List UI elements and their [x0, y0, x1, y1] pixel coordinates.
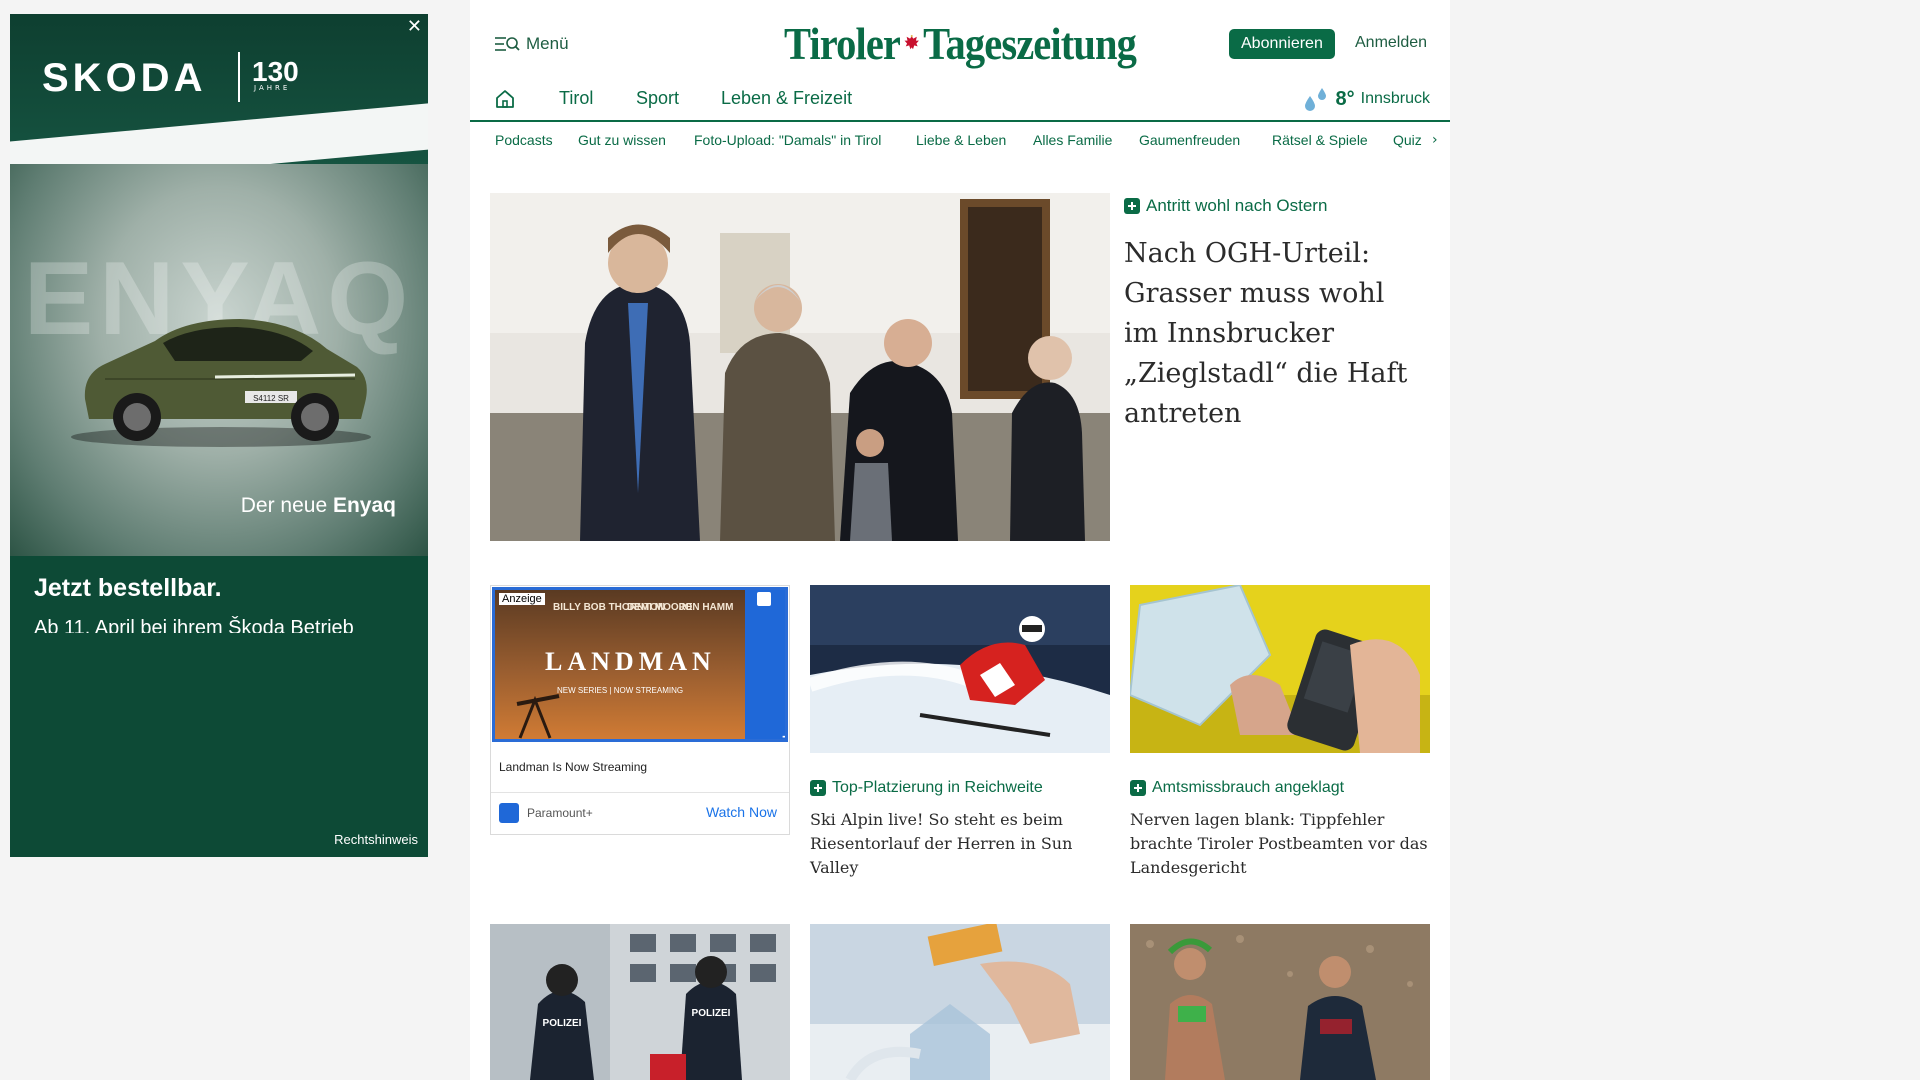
ad-license-plate: S4112 SR [253, 394, 289, 403]
ad-legal-link[interactable]: Rechtshinweis [334, 832, 418, 847]
weather-widget[interactable]: 8° Innsbruck [1302, 86, 1430, 112]
primary-nav: Tirol Sport Leben & Freizeit 8° Innsbruc… [470, 82, 1450, 122]
subnav-item-raetsel-spiele[interactable]: Rätsel & Spiele [1272, 132, 1368, 148]
hero-kicker-text: Antritt wohl nach Ostern [1146, 196, 1328, 215]
car-image: S4112 SR [71, 319, 371, 447]
courtroom-photo [490, 193, 1110, 541]
nav-item-tirol[interactable]: Tirol [559, 88, 593, 109]
site-logo[interactable]: Tiroler Tageszeitung [784, 14, 1137, 72]
parcel-scanner-photo [1130, 585, 1430, 753]
hero-headline[interactable]: Nach OGH-Urteil: Grasser muss wohl im In… [1124, 234, 1424, 434]
ad-tagline: Der neue Enyaq [241, 494, 396, 518]
ad-show-subtitle: NEW SERIES | NOW STREAMING [557, 686, 684, 695]
subscribe-button[interactable]: Abonnieren [1229, 29, 1335, 59]
beach-article-image[interactable] [1130, 924, 1430, 1080]
ad-creative[interactable]: Anzeige BILLY BOB THORNTON DEMI MOORE JO… [492, 587, 788, 742]
logo-text-tiroler: Tiroler [784, 17, 901, 69]
card-2-kicker[interactable]: Amtsmissbrauch angeklagt [1130, 779, 1344, 797]
nav-item-sport[interactable]: Sport [636, 88, 679, 109]
police-article-image[interactable]: POLIZEI POLIZEI [490, 924, 790, 1080]
ad-network-band [745, 590, 785, 739]
subnav-item-quiz[interactable]: Quiz [1393, 132, 1422, 148]
subnav-item-foto-upload[interactable]: Foto-Upload: "Damals" in Tirol [694, 132, 881, 148]
tyrol-eagle-icon [904, 35, 919, 50]
adchoices-icon[interactable] [757, 592, 771, 606]
watch-now-button[interactable]: Watch Now [706, 804, 777, 820]
oil-pump-icon [516, 694, 560, 739]
money-house-photo [810, 924, 1110, 1080]
subnav-item-alles-familie[interactable]: Alles Familie [1033, 132, 1112, 148]
ad-close-icon[interactable]: ✕ [407, 16, 422, 37]
logo-text-tageszeitung: Tageszeitung [923, 17, 1137, 69]
login-link[interactable]: Anmelden [1355, 34, 1427, 52]
ad-show-title: LANDMAN [545, 647, 716, 676]
menu-button[interactable]: Menü [494, 34, 569, 54]
ad-brand-logo: SKODA [42, 56, 207, 100]
inline-ad-landman[interactable]: Anzeige BILLY BOB THORNTON DEMI MOORE JO… [490, 585, 790, 835]
plus-icon [1124, 198, 1140, 214]
advertiser-logo-icon [499, 803, 519, 823]
ad-label: Anzeige [499, 593, 545, 605]
weather-city: Innsbruck [1360, 90, 1430, 107]
subnav-item-gaumenfreuden[interactable]: Gaumenfreuden [1139, 132, 1240, 148]
ad-headline[interactable]: Landman Is Now Streaming [499, 760, 647, 774]
hero-article-image[interactable] [490, 193, 1110, 541]
police-label-1: POLIZEI [543, 1018, 582, 1029]
police-label-2: POLIZEI [692, 1008, 731, 1019]
ad-cast-3: JON HAMM [679, 602, 734, 613]
skoda-skyscraper-ad[interactable]: ✕ SKODA 130 JAHRE ENYAQ S4112 SR Der neu… [10, 14, 428, 857]
ad-anniversary-label: JAHRE [254, 84, 291, 92]
main-content: Menü Tiroler Tageszeitung Abonnieren Anm… [470, 0, 1450, 1080]
card-1-kicker[interactable]: Top-Platzierung in Reichweite [810, 779, 1043, 797]
subnav-item-podcasts[interactable]: Podcasts [495, 132, 553, 148]
subnav-item-gut-zu-wissen[interactable]: Gut zu wissen [578, 132, 666, 148]
ski-article-image[interactable] [810, 585, 1110, 753]
advertiser-name: Paramount+ [527, 806, 593, 820]
beach-people-photo [1130, 924, 1430, 1080]
hero-kicker[interactable]: Antritt wohl nach Ostern [1124, 196, 1327, 216]
weather-temperature: 8° [1335, 87, 1355, 110]
ad-footer: Paramount+ Watch Now [491, 792, 789, 834]
card-2-headline[interactable]: Nerven lagen blank: Tippfehler brachte T… [1130, 808, 1430, 880]
site-header: Menü Tiroler Tageszeitung Abonnieren Anm… [470, 0, 1450, 82]
plus-icon [810, 780, 826, 796]
money-article-image[interactable] [810, 924, 1110, 1080]
ad-tagline-prefix: Der neue [240, 494, 333, 517]
post-article-image[interactable] [1130, 585, 1430, 753]
ad-brand-divider [238, 52, 240, 102]
ad-tagline-model: Enyaq [332, 494, 396, 517]
menu-search-icon [495, 37, 520, 51]
ad-cta-headline: Jetzt bestellbar. [34, 574, 222, 602]
ad-network-logo: Paramount+ [777, 730, 785, 739]
chevron-right-icon[interactable]: › [1432, 132, 1438, 148]
nav-item-leben-freizeit[interactable]: Leben & Freizeit [721, 88, 852, 109]
subnav-item-liebe-leben[interactable]: Liebe & Leben [916, 132, 1006, 148]
card-2-kicker-text: Amtsmissbrauch angeklagt [1152, 779, 1345, 796]
card-1-headline[interactable]: Ski Alpin live! So steht es beim Riesent… [810, 808, 1110, 880]
home-icon[interactable] [494, 88, 516, 110]
plus-icon [1130, 780, 1146, 796]
menu-label: Menü [526, 34, 569, 53]
card-1-kicker-text: Top-Platzierung in Reichweite [832, 779, 1043, 796]
rain-drops-icon [1304, 88, 1326, 111]
skier-photo [810, 585, 1110, 753]
ad-cta-subline: Ab 11. April bei ihrem Škoda Betrieb [34, 617, 354, 633]
ad-anniversary-number: 130 [252, 56, 299, 87]
secondary-nav: Podcasts Gut zu wissen Foto-Upload: "Dam… [470, 124, 1450, 160]
police-photo: POLIZEI POLIZEI [490, 924, 790, 1080]
